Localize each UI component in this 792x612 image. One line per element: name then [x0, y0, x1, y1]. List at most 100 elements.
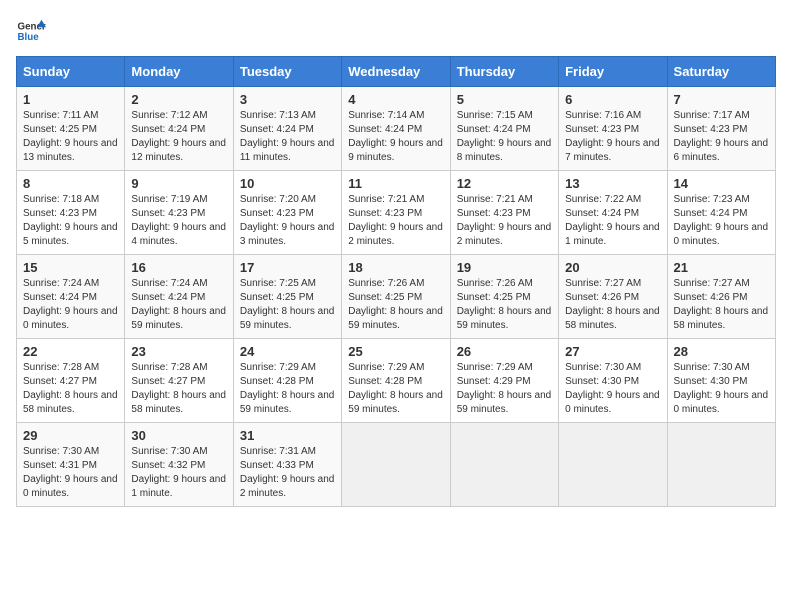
day-of-week-header: Saturday [667, 57, 775, 87]
day-number: 8 [23, 176, 118, 191]
calendar-cell: 6 Sunrise: 7:16 AM Sunset: 4:23 PM Dayli… [559, 87, 667, 171]
calendar-cell: 11 Sunrise: 7:21 AM Sunset: 4:23 PM Dayl… [342, 171, 450, 255]
day-info: Sunrise: 7:27 AM Sunset: 4:26 PM Dayligh… [565, 277, 660, 333]
day-number: 6 [565, 92, 660, 107]
day-info: Sunrise: 7:31 AM Sunset: 4:33 PM Dayligh… [240, 445, 335, 501]
calendar-cell: 12 Sunrise: 7:21 AM Sunset: 4:23 PM Dayl… [450, 171, 558, 255]
day-number: 18 [348, 260, 443, 275]
day-info: Sunrise: 7:21 AM Sunset: 4:23 PM Dayligh… [348, 193, 443, 249]
day-of-week-header: Thursday [450, 57, 558, 87]
logo: General Blue [16, 16, 46, 46]
calendar-cell: 15 Sunrise: 7:24 AM Sunset: 4:24 PM Dayl… [17, 255, 125, 339]
day-number: 9 [131, 176, 226, 191]
day-of-week-header: Wednesday [342, 57, 450, 87]
day-info: Sunrise: 7:30 AM Sunset: 4:30 PM Dayligh… [674, 361, 769, 417]
day-info: Sunrise: 7:24 AM Sunset: 4:24 PM Dayligh… [131, 277, 226, 333]
calendar-cell: 9 Sunrise: 7:19 AM Sunset: 4:23 PM Dayli… [125, 171, 233, 255]
day-info: Sunrise: 7:29 AM Sunset: 4:29 PM Dayligh… [457, 361, 552, 417]
calendar-cell: 25 Sunrise: 7:29 AM Sunset: 4:28 PM Dayl… [342, 339, 450, 423]
calendar-cell: 10 Sunrise: 7:20 AM Sunset: 4:23 PM Dayl… [233, 171, 341, 255]
day-number: 4 [348, 92, 443, 107]
calendar-cell: 2 Sunrise: 7:12 AM Sunset: 4:24 PM Dayli… [125, 87, 233, 171]
day-info: Sunrise: 7:25 AM Sunset: 4:25 PM Dayligh… [240, 277, 335, 333]
day-number: 21 [674, 260, 769, 275]
day-info: Sunrise: 7:13 AM Sunset: 4:24 PM Dayligh… [240, 109, 335, 165]
calendar-cell: 31 Sunrise: 7:31 AM Sunset: 4:33 PM Dayl… [233, 423, 341, 507]
day-number: 30 [131, 428, 226, 443]
day-number: 24 [240, 344, 335, 359]
empty-cell [667, 423, 775, 507]
day-info: Sunrise: 7:15 AM Sunset: 4:24 PM Dayligh… [457, 109, 552, 165]
day-info: Sunrise: 7:26 AM Sunset: 4:25 PM Dayligh… [348, 277, 443, 333]
day-number: 3 [240, 92, 335, 107]
day-info: Sunrise: 7:20 AM Sunset: 4:23 PM Dayligh… [240, 193, 335, 249]
calendar-cell: 28 Sunrise: 7:30 AM Sunset: 4:30 PM Dayl… [667, 339, 775, 423]
day-info: Sunrise: 7:17 AM Sunset: 4:23 PM Dayligh… [674, 109, 769, 165]
day-of-week-header: Sunday [17, 57, 125, 87]
day-info: Sunrise: 7:14 AM Sunset: 4:24 PM Dayligh… [348, 109, 443, 165]
day-number: 2 [131, 92, 226, 107]
day-info: Sunrise: 7:18 AM Sunset: 4:23 PM Dayligh… [23, 193, 118, 249]
calendar-cell: 3 Sunrise: 7:13 AM Sunset: 4:24 PM Dayli… [233, 87, 341, 171]
day-number: 23 [131, 344, 226, 359]
day-info: Sunrise: 7:22 AM Sunset: 4:24 PM Dayligh… [565, 193, 660, 249]
day-info: Sunrise: 7:29 AM Sunset: 4:28 PM Dayligh… [348, 361, 443, 417]
day-info: Sunrise: 7:12 AM Sunset: 4:24 PM Dayligh… [131, 109, 226, 165]
empty-cell [450, 423, 558, 507]
day-number: 15 [23, 260, 118, 275]
day-info: Sunrise: 7:19 AM Sunset: 4:23 PM Dayligh… [131, 193, 226, 249]
day-info: Sunrise: 7:24 AM Sunset: 4:24 PM Dayligh… [23, 277, 118, 333]
calendar-cell: 19 Sunrise: 7:26 AM Sunset: 4:25 PM Dayl… [450, 255, 558, 339]
calendar-cell: 22 Sunrise: 7:28 AM Sunset: 4:27 PM Dayl… [17, 339, 125, 423]
day-info: Sunrise: 7:23 AM Sunset: 4:24 PM Dayligh… [674, 193, 769, 249]
day-number: 22 [23, 344, 118, 359]
day-number: 1 [23, 92, 118, 107]
day-info: Sunrise: 7:28 AM Sunset: 4:27 PM Dayligh… [23, 361, 118, 417]
day-info: Sunrise: 7:16 AM Sunset: 4:23 PM Dayligh… [565, 109, 660, 165]
day-info: Sunrise: 7:27 AM Sunset: 4:26 PM Dayligh… [674, 277, 769, 333]
calendar-cell: 4 Sunrise: 7:14 AM Sunset: 4:24 PM Dayli… [342, 87, 450, 171]
day-number: 11 [348, 176, 443, 191]
day-number: 28 [674, 344, 769, 359]
calendar-cell: 14 Sunrise: 7:23 AM Sunset: 4:24 PM Dayl… [667, 171, 775, 255]
calendar-cell: 26 Sunrise: 7:29 AM Sunset: 4:29 PM Dayl… [450, 339, 558, 423]
day-number: 25 [348, 344, 443, 359]
calendar-cell: 18 Sunrise: 7:26 AM Sunset: 4:25 PM Dayl… [342, 255, 450, 339]
calendar-cell: 30 Sunrise: 7:30 AM Sunset: 4:32 PM Dayl… [125, 423, 233, 507]
day-number: 13 [565, 176, 660, 191]
page-header: General Blue [16, 16, 776, 46]
day-number: 20 [565, 260, 660, 275]
calendar-table: SundayMondayTuesdayWednesdayThursdayFrid… [16, 56, 776, 507]
calendar-cell: 29 Sunrise: 7:30 AM Sunset: 4:31 PM Dayl… [17, 423, 125, 507]
calendar-cell: 1 Sunrise: 7:11 AM Sunset: 4:25 PM Dayli… [17, 87, 125, 171]
day-number: 31 [240, 428, 335, 443]
day-number: 26 [457, 344, 552, 359]
calendar-cell: 20 Sunrise: 7:27 AM Sunset: 4:26 PM Dayl… [559, 255, 667, 339]
day-number: 17 [240, 260, 335, 275]
calendar-cell: 13 Sunrise: 7:22 AM Sunset: 4:24 PM Dayl… [559, 171, 667, 255]
logo-icon: General Blue [16, 16, 46, 46]
calendar-cell: 24 Sunrise: 7:29 AM Sunset: 4:28 PM Dayl… [233, 339, 341, 423]
day-info: Sunrise: 7:30 AM Sunset: 4:30 PM Dayligh… [565, 361, 660, 417]
day-info: Sunrise: 7:28 AM Sunset: 4:27 PM Dayligh… [131, 361, 226, 417]
day-number: 27 [565, 344, 660, 359]
day-number: 16 [131, 260, 226, 275]
day-number: 14 [674, 176, 769, 191]
day-info: Sunrise: 7:21 AM Sunset: 4:23 PM Dayligh… [457, 193, 552, 249]
calendar-cell: 5 Sunrise: 7:15 AM Sunset: 4:24 PM Dayli… [450, 87, 558, 171]
calendar-cell: 27 Sunrise: 7:30 AM Sunset: 4:30 PM Dayl… [559, 339, 667, 423]
day-of-week-header: Tuesday [233, 57, 341, 87]
empty-cell [559, 423, 667, 507]
day-number: 12 [457, 176, 552, 191]
day-info: Sunrise: 7:29 AM Sunset: 4:28 PM Dayligh… [240, 361, 335, 417]
empty-cell [342, 423, 450, 507]
day-of-week-header: Friday [559, 57, 667, 87]
calendar-cell: 17 Sunrise: 7:25 AM Sunset: 4:25 PM Dayl… [233, 255, 341, 339]
day-number: 19 [457, 260, 552, 275]
calendar-cell: 16 Sunrise: 7:24 AM Sunset: 4:24 PM Dayl… [125, 255, 233, 339]
svg-text:Blue: Blue [18, 32, 40, 43]
calendar-cell: 7 Sunrise: 7:17 AM Sunset: 4:23 PM Dayli… [667, 87, 775, 171]
day-info: Sunrise: 7:30 AM Sunset: 4:31 PM Dayligh… [23, 445, 118, 501]
day-number: 10 [240, 176, 335, 191]
day-info: Sunrise: 7:11 AM Sunset: 4:25 PM Dayligh… [23, 109, 118, 165]
